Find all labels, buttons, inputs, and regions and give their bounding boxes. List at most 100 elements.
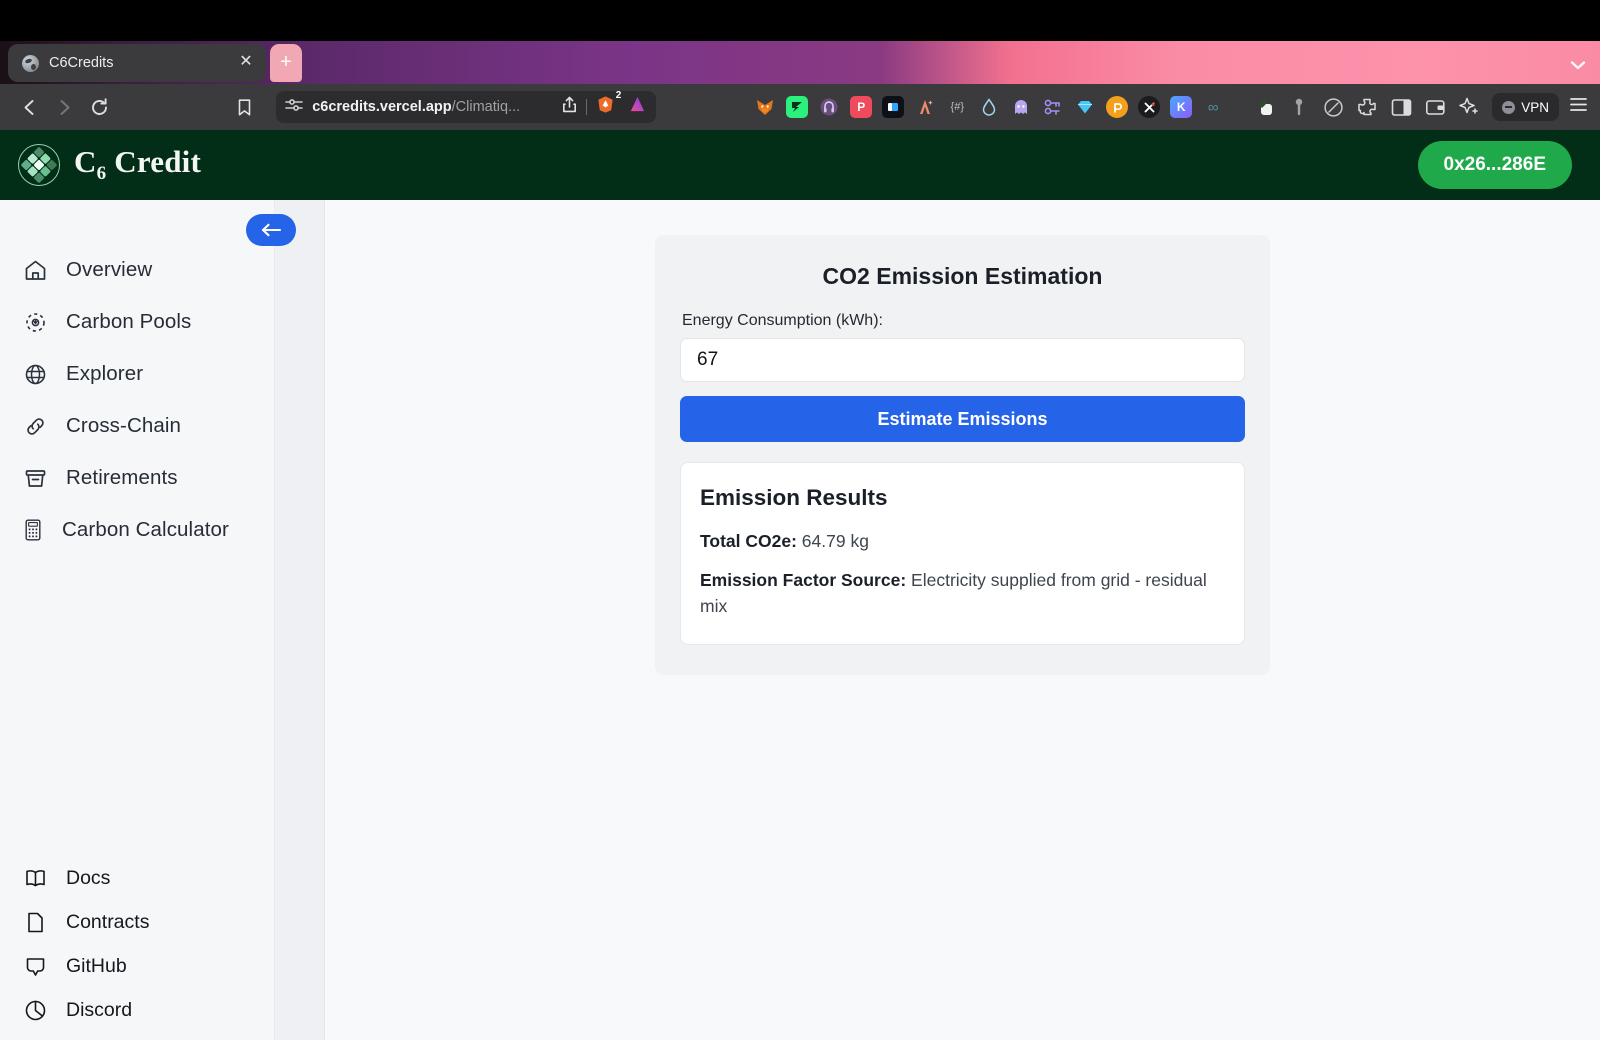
energy-consumption-input[interactable] (680, 338, 1245, 382)
brand-title: C6 Credit (74, 144, 201, 185)
script-extension-icon[interactable]: {#} (946, 96, 968, 118)
forward-button[interactable] (47, 92, 82, 122)
toolbar-action-tray (1254, 96, 1480, 118)
discord-icon (22, 997, 48, 1023)
kaito-extension-icon[interactable]: K (1170, 96, 1193, 118)
argent-extension-icon[interactable] (914, 96, 936, 118)
atom-icon (22, 309, 48, 335)
sidebar-item-carbon-calculator[interactable]: Carbon Calculator (0, 504, 274, 556)
url-path: /Climatiq... (451, 99, 521, 115)
tab-list-chevron-down-icon[interactable] (1570, 58, 1586, 75)
sidebar-item-contracts[interactable]: Contracts (0, 900, 274, 944)
eyedropper-icon[interactable] (1254, 96, 1276, 118)
sidebar-item-github[interactable]: GitHub (0, 944, 274, 988)
share-icon[interactable] (562, 96, 577, 118)
brand-suffix: Credit (114, 144, 201, 180)
total-co2e-row: Total CO2e: 64.79 kg (700, 528, 1225, 555)
shields-icon[interactable] (1322, 96, 1344, 118)
book-open-icon (22, 865, 48, 891)
brave-badge-count: 2 (615, 90, 622, 101)
card-title: CO2 Emission Estimation (822, 263, 1103, 289)
ghost-extension-icon[interactable] (1010, 96, 1032, 118)
ink-drop-extension-icon[interactable] (978, 96, 1000, 118)
total-co2e-label: Total CO2e: (700, 531, 797, 551)
pocket-extension-icon[interactable]: P (850, 96, 873, 118)
address-bar[interactable]: c6credits.vercel.app/Climatiq... 2 (276, 90, 657, 123)
phantom-p-extension-icon[interactable] (1106, 96, 1129, 118)
sidebar: Overview Carbon Pools Explorer Cross-Cha… (0, 200, 296, 1040)
brand[interactable]: C6 Credit (18, 144, 201, 186)
vpn-label: VPN (1521, 99, 1550, 115)
app-body: Overview Carbon Pools Explorer Cross-Cha… (0, 200, 1600, 1040)
sidebar-item-overview[interactable]: Overview (0, 244, 274, 296)
emission-factor-label: Emission Factor Source: (700, 569, 907, 590)
brave-rewards-icon[interactable]: 2 (596, 90, 621, 119)
titlebar (0, 0, 1600, 34)
web-page: C6 Credit 0x26...286E Overview Carbon Po… (0, 130, 1600, 1040)
pin-icon[interactable] (1288, 96, 1310, 118)
total-co2e-value: 64.79 kg (801, 531, 869, 551)
sidebar-label: Explorer (66, 362, 144, 385)
metamask-extension-icon[interactable] (754, 96, 776, 118)
sidebar-label: Docs (66, 866, 111, 889)
results-title: Emission Results (700, 485, 888, 510)
link-icon (22, 413, 48, 439)
sidebar-item-carbon-pools[interactable]: Carbon Pools (0, 296, 274, 348)
estimate-emissions-button[interactable]: Estimate Emissions (680, 396, 1245, 442)
site-settings-icon[interactable] (285, 98, 303, 117)
new-tab-button[interactable]: + (270, 44, 302, 82)
sidebar-label: Discord (66, 998, 133, 1021)
back-button[interactable] (12, 92, 47, 122)
tab-favicon-globe-icon (22, 54, 39, 72)
tab-strip: C6Credits ✕ + (0, 34, 1600, 84)
reload-button[interactable] (82, 92, 117, 122)
tab-title: C6Credits (49, 55, 114, 71)
brand-prefix: C (74, 144, 97, 180)
instapaper-extension-icon[interactable] (882, 96, 905, 118)
infinity-extension-icon[interactable]: ∞ (1202, 96, 1224, 118)
browser-toolbar: c6credits.vercel.app/Climatiq... 2 P {#}… (0, 84, 1600, 130)
sidebar-item-retirements[interactable]: Retirements (0, 452, 274, 504)
wallet-icon[interactable] (1424, 96, 1446, 118)
diamond-extension-icon[interactable] (1074, 96, 1096, 118)
audio-extension-icon[interactable] (818, 96, 840, 118)
url-text: c6credits.vercel.app/Climatiq... (312, 99, 520, 115)
energy-field-label: Energy Consumption (kWh): (682, 312, 883, 329)
x-tools-extension-icon[interactable] (1138, 96, 1161, 118)
bookmark-icon[interactable] (227, 92, 262, 122)
browser-menu-button[interactable] (1569, 96, 1588, 118)
sidebar-item-docs[interactable]: Docs (0, 856, 274, 900)
sidebar-collapse-button[interactable] (246, 214, 296, 246)
document-icon (22, 909, 48, 935)
vpn-button[interactable]: VPN (1492, 93, 1560, 121)
sidebar-panel-icon[interactable] (1390, 96, 1412, 118)
sidebar-item-explorer[interactable]: Explorer (0, 348, 274, 400)
brave-lion-icon[interactable] (628, 95, 647, 119)
wallet-address-button[interactable]: 0x26...286E (1417, 141, 1572, 189)
sidebar-item-cross-chain[interactable]: Cross-Chain (0, 400, 274, 452)
github-icon (22, 953, 48, 979)
leo-ai-icon[interactable] (1458, 96, 1480, 118)
puzzle-extensions-icon[interactable] (1356, 96, 1378, 118)
sidebar-label: Cross-Chain (66, 414, 182, 437)
sidebar-label: Retirements (66, 466, 178, 489)
url-divider (586, 99, 588, 115)
sidebar-label: GitHub (66, 954, 127, 977)
emission-results-card: Emission Results Total CO2e: 64.79 kg Em… (680, 462, 1245, 645)
phantom-wallet-extension-icon[interactable] (786, 96, 809, 118)
sidebar-label: Carbon Pools (66, 310, 192, 333)
home-icon (22, 257, 48, 283)
extension-tray: P {#} K ∞ (754, 96, 1224, 118)
vpn-toggle-icon (1502, 100, 1516, 114)
hexagon-diamond-logo-icon (18, 144, 60, 186)
sidebar-gutter (275, 200, 325, 1040)
sidebar-item-discord[interactable]: Discord (0, 988, 274, 1032)
browser-window: C6Credits ✕ + c6credits.vercel.app/Clima… (0, 0, 1600, 1040)
app-header: C6 Credit 0x26...286E (0, 130, 1600, 200)
browser-tab[interactable]: C6Credits ✕ (8, 44, 266, 82)
globe-icon (22, 361, 48, 387)
tab-close-icon[interactable]: ✕ (236, 53, 256, 73)
keys-extension-icon[interactable] (1042, 96, 1064, 118)
sidebar-footer: Docs Contracts GitHub Discord (0, 856, 274, 1040)
